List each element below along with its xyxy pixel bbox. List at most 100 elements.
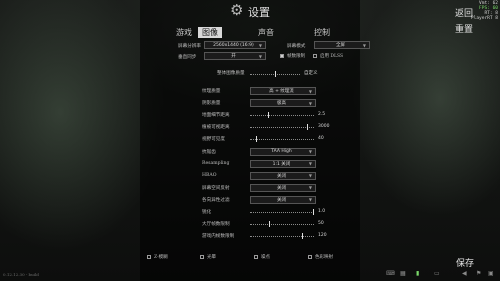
slider-knob[interactable] (313, 209, 314, 215)
screen-icon: ▣ (488, 270, 494, 277)
chevron-down-icon: ▼ (258, 53, 262, 59)
keyboard-icon: ⌨ (386, 270, 395, 277)
network-icon: ▦ (400, 270, 406, 277)
slider-value: 120 (318, 233, 327, 239)
display-mode-label: 屏幕模式 (287, 44, 306, 49)
slider-knob[interactable] (268, 221, 270, 228)
display-mode-select[interactable]: 全屏 ▼ (314, 41, 370, 49)
setting-value: 关闭 (276, 185, 286, 191)
tab-graphics[interactable]: 图像 (198, 27, 222, 38)
tab-sound[interactable]: 声音 (258, 27, 274, 38)
setting-select[interactable]: 关闭 ▼ (250, 195, 316, 204)
effect-label: 光晕 (207, 255, 216, 260)
setting-value: TAA High (271, 149, 292, 154)
setting-value: 关闭 (276, 173, 286, 179)
setting-label: 纹理质量 (202, 89, 221, 94)
tab-controls[interactable]: 控制 (314, 27, 330, 38)
slider-value: 50 (318, 221, 324, 227)
back-button[interactable]: 返回 (455, 6, 473, 19)
chevron-down-icon: ▼ (308, 173, 312, 179)
setting-slider[interactable] (250, 209, 314, 216)
tab-game[interactable]: 游戏 (176, 27, 192, 38)
setting-label: Resampling (202, 160, 230, 166)
slider-knob[interactable] (301, 233, 303, 240)
chevron-down-icon: ▼ (258, 42, 262, 48)
slider-track (250, 115, 314, 117)
frame-limit-checkbox[interactable] (280, 54, 284, 58)
setting-label: 各向异性过滤 (202, 197, 230, 203)
setting-select[interactable]: 1:1 关闭 ▼ (250, 159, 316, 168)
setting-value: 1:1 关闭 (272, 161, 291, 167)
chevron-down-icon: ▼ (308, 149, 312, 154)
setting-value: 关闭 (276, 197, 286, 203)
version-text: 0.12.12.30 - build (3, 272, 39, 277)
setting-slider[interactable] (250, 124, 314, 131)
slider-value: 3000 (318, 124, 330, 130)
dlss-checkbox[interactable] (313, 54, 317, 58)
slider-track (250, 139, 314, 141)
vsync-label: 垂直同步 (178, 55, 197, 60)
preset-value: 自定义 (304, 71, 318, 76)
effect-label: 噪点 (261, 255, 270, 260)
setting-slider[interactable] (250, 112, 314, 119)
setting-slider[interactable] (250, 233, 314, 240)
slider-value: 1.0 (318, 209, 326, 214)
setting-label: 游戏内帧数限制 (202, 234, 235, 240)
effect-checkbox[interactable] (254, 255, 258, 259)
chevron-down-icon: ▼ (362, 42, 366, 48)
fps-line-4: PlayerRT 8 (470, 16, 498, 21)
effect-checkbox[interactable] (308, 255, 312, 259)
setting-label: HBAO (202, 172, 217, 178)
resolution-value: 2560x1440 (16:9) (213, 42, 254, 48)
slider-knob[interactable] (267, 112, 269, 119)
setting-label: 地面细节距离 (202, 113, 230, 119)
page-title: 设置 (248, 6, 270, 19)
save-button[interactable]: 保存 (456, 256, 474, 269)
effect-label: 色彩映射 (315, 255, 333, 260)
reset-button[interactable]: 重置 (455, 22, 473, 35)
setting-select[interactable]: 关闭 ▼ (250, 183, 316, 192)
display-mode-value: 全屏 (335, 43, 345, 48)
vsync-value: 开 (231, 54, 236, 59)
dlss-label: 启用 DLSS (320, 54, 344, 59)
slider-track (250, 236, 314, 238)
slider-value: 2.5 (318, 112, 326, 118)
frame-limit-label: 帧数限制 (287, 54, 305, 59)
slider-knob[interactable] (274, 71, 276, 77)
setting-value: 极高 (276, 101, 286, 107)
slider-knob[interactable] (256, 136, 258, 143)
resolution-select[interactable]: 2560x1440 (16:9) ▼ (204, 41, 266, 49)
setting-value: 高 + 纹理流 (269, 89, 294, 94)
setting-slider[interactable] (250, 136, 314, 143)
setting-select[interactable]: 高 + 纹理流 ▼ (250, 87, 316, 95)
setting-label: 锐化 (202, 210, 212, 215)
setting-slider[interactable] (250, 221, 314, 228)
setting-label: 阴影质量 (202, 101, 221, 107)
slider-track (250, 127, 314, 129)
effect-checkbox[interactable] (200, 255, 204, 259)
setting-label: 大厅帧数限制 (202, 222, 230, 228)
setting-select[interactable]: TAA High ▼ (250, 147, 316, 156)
chevron-down-icon: ▼ (308, 88, 312, 94)
flag-icon: ⚑ (476, 270, 482, 277)
preset-slider[interactable] (250, 71, 300, 78)
vsync-select[interactable]: 开 ▼ (204, 52, 266, 60)
chevron-down-icon: ▼ (308, 161, 312, 167)
setting-label: 屏幕空间反射 (202, 185, 230, 191)
monitor-icon: ▭ (434, 270, 440, 277)
preset-label: 整体图像质量 (217, 71, 245, 76)
slider-knob[interactable] (306, 124, 308, 131)
effect-label: Z-模糊 (154, 255, 168, 260)
setting-select[interactable]: 极高 ▼ (250, 99, 316, 108)
slider-track (250, 212, 314, 213)
speaker-icon: ◀ (462, 270, 467, 277)
resolution-label: 屏幕分辨率 (178, 44, 201, 49)
fps-overlay: Vmt: 62 FPS: 60 RT: 8 PlayerRT 8 (471, 1, 498, 21)
effect-checkbox[interactable] (147, 255, 151, 259)
setting-label: 植被可视距离 (202, 125, 230, 131)
chevron-down-icon: ▼ (308, 197, 312, 203)
setting-label: 视野可见度 (202, 137, 225, 143)
gear-icon: ⚙ (230, 1, 244, 19)
setting-label: 抗锯齿 (202, 149, 216, 155)
setting-select[interactable]: 关闭 ▼ (250, 171, 316, 180)
